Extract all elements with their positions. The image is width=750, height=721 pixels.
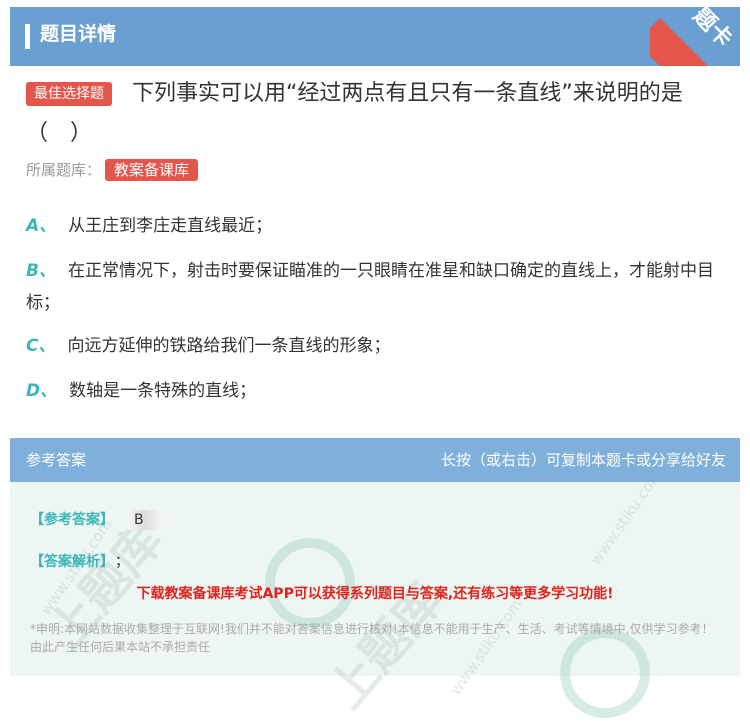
- analysis-row: 【答案解析】 ；: [30, 552, 129, 572]
- analysis-label: 【答案解析】: [30, 554, 107, 570]
- watermark-logo-icon: [265, 538, 355, 628]
- answer-row: 【参考答案】 B: [30, 510, 162, 530]
- disclaimer-text: *申明:本网站数据收集整理于互联网!我们并不能对答案信息进行核对!本信息不能用于…: [30, 622, 714, 654]
- option-letter: A、: [26, 216, 57, 236]
- option-text: 数轴是一条特殊的直线；: [69, 381, 257, 401]
- option-letter: C、: [26, 336, 56, 356]
- question-source: 所属题库： 教案备课库: [26, 158, 199, 182]
- option-text: 在正常情况下，射击时要保证瞄准的一只眼睛在准星和缺口确定的直线上，才能射中目标；: [26, 261, 714, 313]
- option-text: 向远方延伸的铁路给我们一条直线的形象；: [67, 336, 391, 356]
- source-label: 所属题库：: [26, 161, 102, 179]
- share-hint[interactable]: 长按（或右击）可复制本题卡或分享给好友: [441, 450, 726, 470]
- analysis-value: ；: [115, 554, 129, 570]
- answer-panel: www.stiku.com www.stiku.com www.stiku.co…: [10, 438, 740, 719]
- question-text: 下列事实可以用“经过两点有且只有一条直线”来说明的是: [132, 81, 683, 106]
- page-title: 题目详情: [40, 23, 117, 45]
- option-c[interactable]: C、 向远方延伸的铁路给我们一条直线的形象；: [26, 330, 726, 362]
- answer-header: 参考答案 长按（或右击）可复制本题卡或分享给好友: [10, 438, 740, 482]
- page-header: 题目详情: [10, 7, 740, 66]
- answer-value: B: [128, 510, 162, 530]
- answer-header-title: 参考答案: [26, 451, 87, 469]
- question-type-badge: 最佳选择题: [26, 82, 112, 106]
- answer-label: 【参考答案】: [30, 512, 114, 528]
- app-promo-link[interactable]: 下载教案备课库考试APP可以获得系列题目与答案,还有练习等更多学习功能!: [10, 584, 740, 604]
- option-d[interactable]: D、 数轴是一条特殊的直线；: [26, 375, 726, 407]
- option-text: 从王庄到李庄走直线最近；: [68, 216, 273, 236]
- option-letter: D、: [26, 381, 58, 401]
- question-blank: （ ）: [26, 121, 93, 146]
- option-b[interactable]: B、 在正常情况下，射击时要保证瞄准的一只眼睛在准星和缺口确定的直线上，才能射中目…: [26, 255, 726, 319]
- source-badge[interactable]: 教案备课库: [105, 159, 199, 181]
- header-accent-bar: [25, 24, 30, 49]
- option-a[interactable]: A、 从王庄到李庄走直线最近；: [26, 210, 726, 242]
- question-panel: 最佳选择题 下列事实可以用“经过两点有且只有一条直线”来说明的是 （ ） 所属题…: [10, 66, 740, 436]
- option-letter: B、: [26, 261, 56, 281]
